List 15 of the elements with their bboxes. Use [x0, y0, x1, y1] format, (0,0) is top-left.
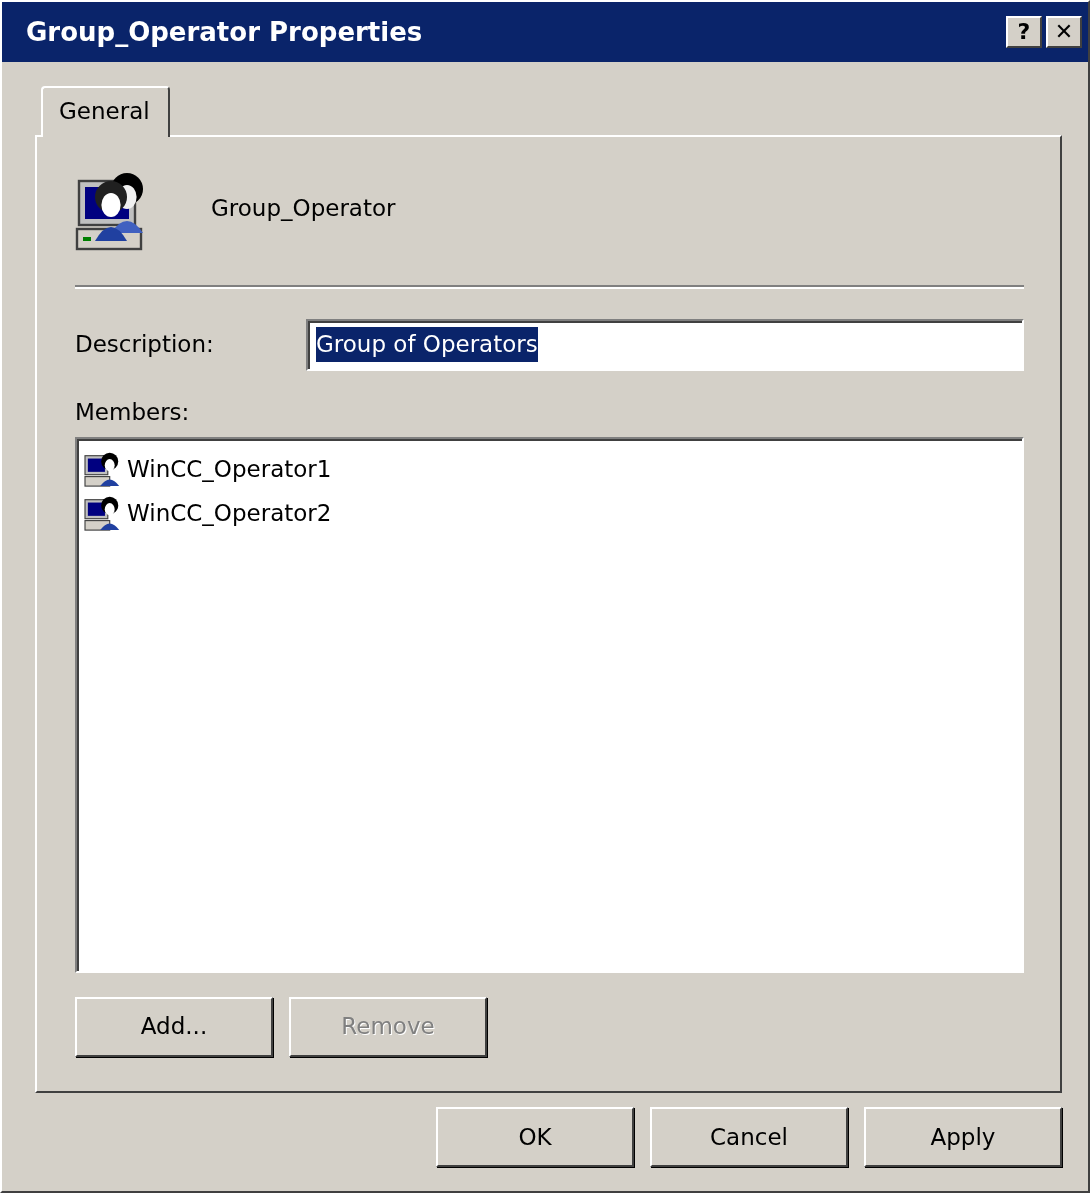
group-name: Group_Operator [211, 194, 396, 224]
help-button[interactable]: ? [1006, 16, 1042, 48]
description-field[interactable]: Group of Operators [306, 318, 1024, 371]
member-action-button[interactable]: Add... [75, 996, 273, 1057]
member-name[interactable]: WinCC_Operator1 [127, 451, 332, 487]
close-button[interactable]: ✕ [1046, 16, 1082, 48]
tab[interactable]: General [41, 86, 170, 137]
description-label: Description: [75, 330, 214, 360]
dialog-button[interactable]: Cancel [650, 1107, 848, 1167]
dialog-button[interactable]: OK [436, 1107, 634, 1167]
members-list[interactable]: WinCC_Operator1 WinCC_Operator2 [75, 437, 1024, 973]
window-title: Group_Operator Properties [26, 15, 423, 49]
dialog-button[interactable]: Apply [864, 1107, 1062, 1167]
members-label: Members: [75, 397, 191, 427]
member-name[interactable]: WinCC_Operator2 [127, 495, 332, 531]
